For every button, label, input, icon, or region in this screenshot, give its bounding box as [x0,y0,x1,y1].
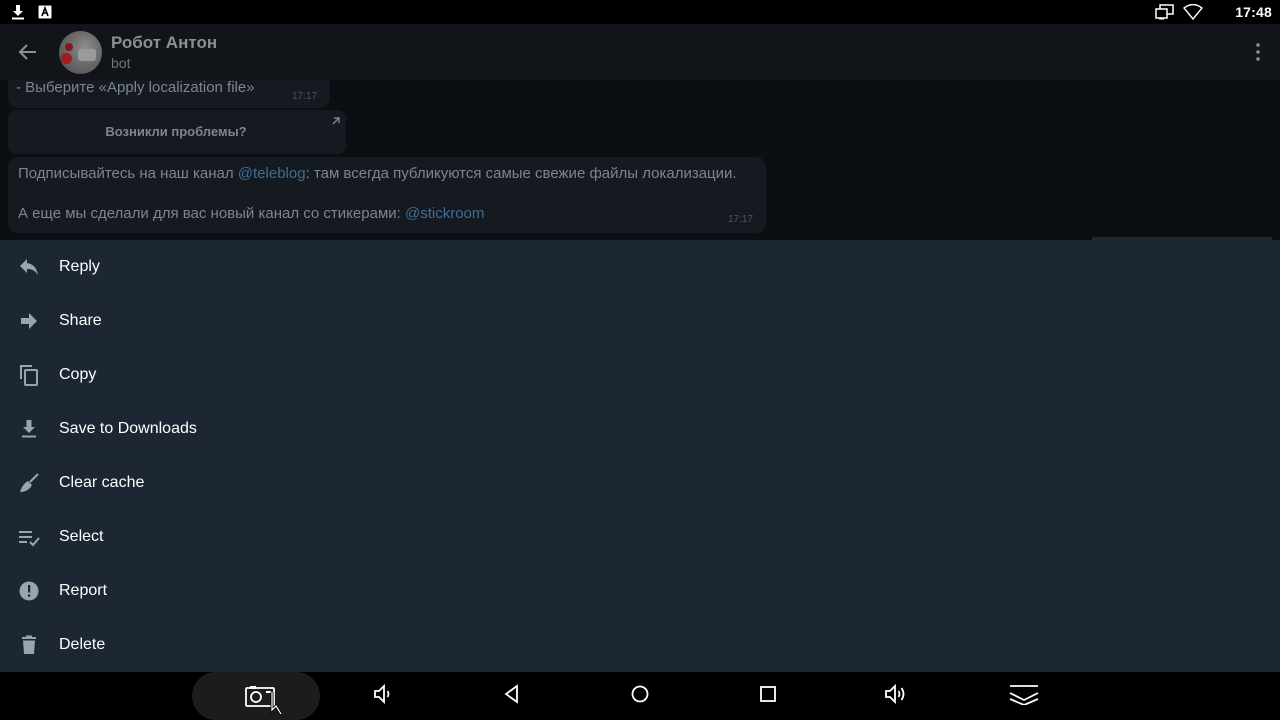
chat-subtitle: bot [111,55,131,71]
recents-icon [759,685,777,708]
external-arrow-icon [330,114,342,132]
menu-item-label: Delete [59,636,106,653]
chat-header: Робот Антон bot [0,24,1280,80]
menu-item-label: Save to Downloads [59,420,197,437]
menu-item-label: Reply [59,258,100,275]
copy-icon [17,363,41,387]
reply-icon [17,255,41,279]
recents-button[interactable] [736,672,800,720]
screenshot-button[interactable] [192,672,320,720]
message-context-menu: Reply Share Copy Save to Downloads Clear… [0,240,1280,672]
volume-up-icon [883,682,909,711]
avatar[interactable] [59,31,102,74]
menu-item-delete[interactable]: Delete [0,618,1280,672]
hide-navbar-icon [1008,683,1040,710]
cast-screen-icon [1155,4,1175,20]
back-icon [502,683,522,709]
message-text: : там всегда публикуются самые свежие фа… [305,165,737,182]
message-time: 17:17 [292,91,318,102]
volume-down-button[interactable] [352,672,416,720]
message-text: - Выберите «Apply localization file» [16,79,255,96]
message-time: 17:17 [728,214,754,225]
navigation-bar [0,672,1280,720]
message-bubble[interactable]: Подписывайтесь на наш канал @teleblog: т… [8,157,766,233]
menu-item-share[interactable]: Share [0,294,1280,348]
message-text: А еще мы сделали для вас новый канал со … [18,205,405,222]
menu-item-label: Clear cache [59,474,145,491]
menu-item-copy[interactable]: Copy [0,348,1280,402]
menu-item-label: Share [59,312,102,329]
chat-title[interactable]: Робот Антон [111,33,217,53]
inline-problems-button[interactable]: Возникли проблемы? [8,110,346,154]
menu-item-report[interactable]: Report [0,564,1280,618]
menu-item-clear-cache[interactable]: Clear cache [0,456,1280,510]
home-button[interactable] [608,672,672,720]
trash-icon [17,633,41,657]
menu-item-label: Select [59,528,104,545]
message-text: Подписывайтесь на наш канал [18,165,238,182]
volume-up-button[interactable] [864,672,928,720]
back-arrow-icon[interactable] [16,40,40,69]
menu-item-reply[interactable]: Reply [0,240,1280,294]
download-icon [17,417,41,441]
menu-item-label: Report [59,582,108,599]
message-line: А еще мы сделали для вас новый канал со … [18,205,484,222]
menu-item-label: Copy [59,366,97,383]
hide-navbar-button[interactable] [992,672,1056,720]
message-line: Подписывайтесь на наш канал @teleblog: т… [18,165,737,182]
more-options-icon[interactable] [1256,43,1260,66]
broom-icon [17,471,41,495]
volume-down-icon [372,682,396,711]
download-icon [11,4,25,20]
channel-link-teleblog[interactable]: @teleblog [238,165,306,182]
select-icon [17,525,41,549]
menu-item-select[interactable]: Select [0,510,1280,564]
inline-button-label: Возникли проблемы? [105,124,247,139]
share-icon [17,309,41,333]
status-bar: 17:48 [0,0,1280,24]
channel-link-stickroom[interactable]: @stickroom [405,205,484,222]
screenshot-icon [226,674,286,719]
home-icon [630,684,650,709]
menu-item-save-to-downloads[interactable]: Save to Downloads [0,402,1280,456]
status-time: 17:48 [1235,4,1272,20]
report-icon [17,579,41,603]
wifi-icon [1183,4,1204,20]
back-button[interactable] [480,672,544,720]
text-notification-icon [38,5,52,19]
